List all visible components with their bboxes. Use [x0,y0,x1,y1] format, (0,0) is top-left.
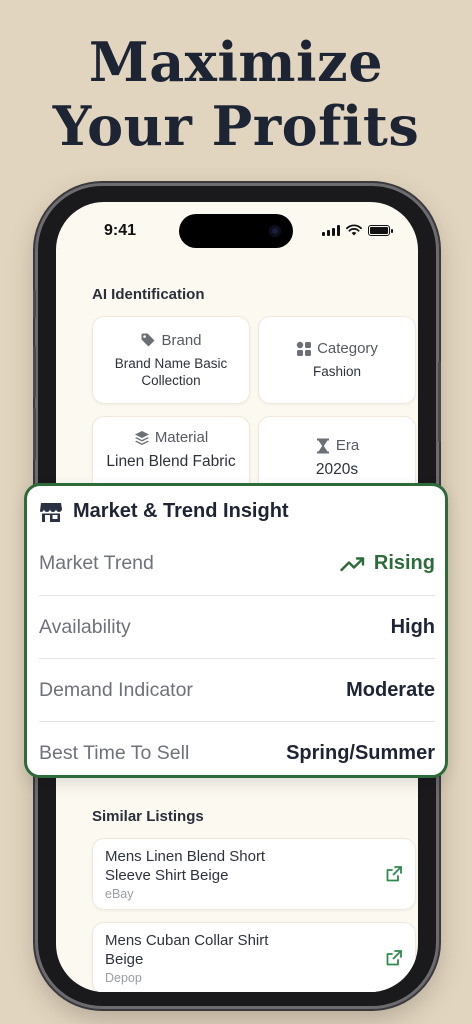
market-trend-row: Market Trend Rising [39,532,435,595]
similar-listing-item[interactable]: Mens Cuban Collar Shirt Beige Depop [92,922,416,992]
volume-down-button [33,408,36,460]
availability-value: High [390,615,435,638]
camera-icon [269,225,281,237]
best-time-row: Best Time To Sell Spring/Summer [39,721,435,784]
demand-indicator-value: Moderate [346,678,435,701]
cellular-signal-icon [322,224,340,236]
volume-up-button [33,346,36,398]
category-card: Category Fashion [258,316,416,404]
era-label: Era [335,437,360,454]
trending-up-icon [340,556,365,571]
market-header: Market & Trend Insight [39,500,289,523]
best-time-value: Spring/Summer [286,741,435,764]
store-icon [40,502,62,522]
era-value: 2020s [315,461,359,478]
headline-line-1: Maximize [88,30,384,94]
headline-line-2: Your Profits [52,94,420,158]
ai-identification-title: AI Identification [92,286,205,303]
external-link-icon[interactable] [385,949,403,967]
row-value: Rising [340,552,435,575]
brand-label: Brand [161,331,202,349]
dynamic-island [179,214,293,248]
wifi-icon [346,224,362,236]
tag-icon [141,333,155,347]
row-label: Availability [39,615,131,638]
status-icons [322,224,393,236]
hourglass-icon [316,438,329,453]
headline: Maximize Your Profits [0,30,472,158]
battery-icon [368,224,393,236]
brand-value: Brand Name Basic Collection [114,355,228,388]
market-trend-value: Rising [373,552,435,574]
material-label: Material [154,429,209,446]
action-button [33,290,36,318]
market-trend-card: Market & Trend Insight Market Trend Risi… [24,483,448,778]
row-label: Best Time To Sell [39,741,190,764]
row-label: Market Trend [39,552,154,574]
category-value: Fashion [312,364,362,379]
availability-row: Availability High [39,595,435,658]
material-value: Linen Blend Fabric [106,453,236,470]
similar-listings-title: Similar Listings [92,808,204,825]
grid-icon [296,341,312,356]
power-button [438,362,441,442]
layers-icon [134,430,149,445]
brand-card: Brand Brand Name Basic Collection [92,316,250,404]
category-label: Category [317,340,378,357]
listing-title: Mens Linen Blend Short Sleeve Shirt Beig… [105,848,266,884]
listing-source: eBay [105,887,134,901]
status-time: 9:41 [104,222,137,239]
demand-indicator-row: Demand Indicator Moderate [39,658,435,721]
external-link-icon[interactable] [385,865,403,883]
similar-listing-item[interactable]: Mens Linen Blend Short Sleeve Shirt Beig… [92,838,416,910]
market-title: Market & Trend Insight [73,500,289,522]
row-label: Demand Indicator [39,678,193,701]
listing-source: Depop [105,971,142,985]
listing-title: Mens Cuban Collar Shirt Beige [105,932,269,968]
